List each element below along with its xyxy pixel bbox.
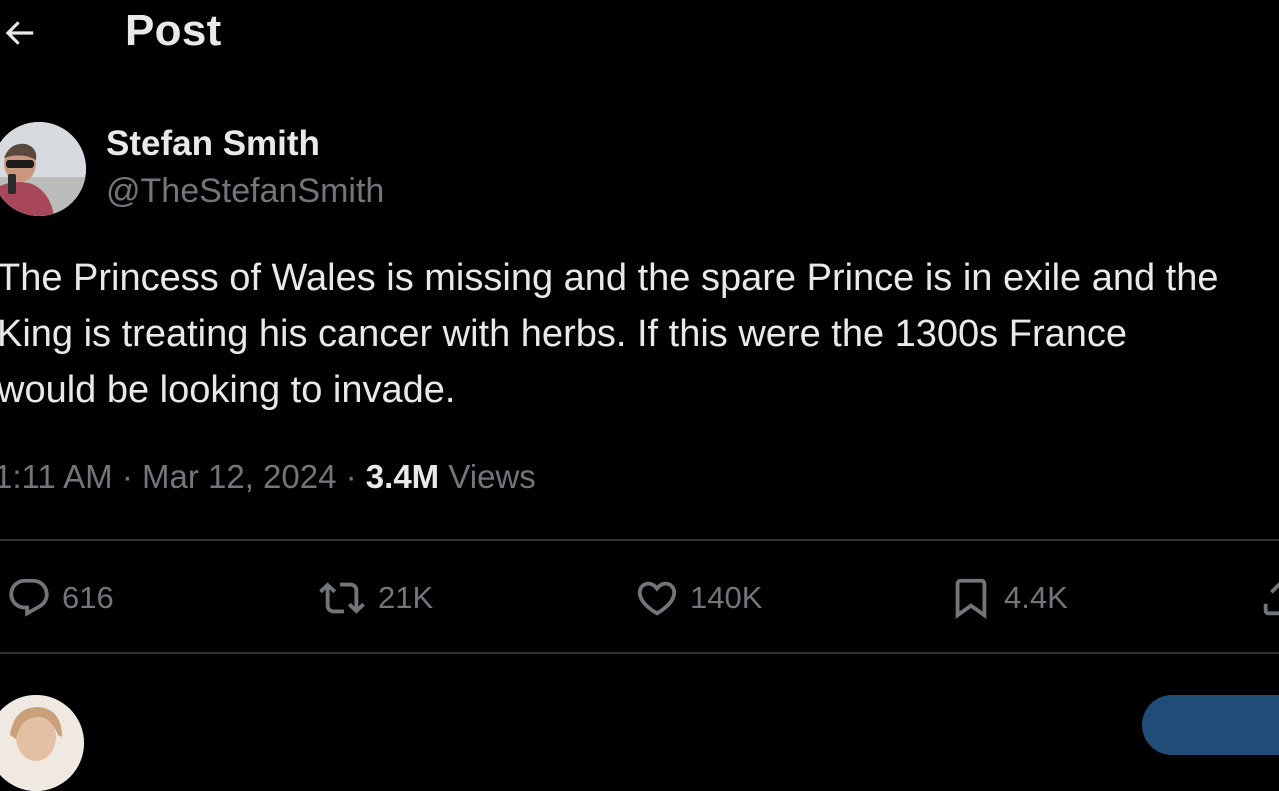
- meta-separator: ·: [121, 458, 133, 495]
- share-icon: [1263, 581, 1279, 616]
- post-text: The Princess of Wales is missing and the…: [0, 250, 1279, 418]
- post-time[interactable]: 1:11 AM: [0, 458, 113, 495]
- bookmark-icon: [955, 578, 987, 619]
- avatar-photo: [0, 122, 86, 216]
- post-date[interactable]: Mar 12, 2024: [142, 458, 336, 495]
- divider-top: [0, 539, 1279, 541]
- post-text-line: King is treating his cancer with herbs. …: [0, 313, 1127, 355]
- views-count: 3.4M: [365, 458, 440, 495]
- meta-separator: ·: [345, 458, 357, 495]
- top-bar: Post: [0, 0, 1279, 70]
- post-text-line: would be looking to invade.: [0, 369, 456, 411]
- reply-icon: [9, 578, 49, 617]
- post-text-line: The Princess of Wales is missing and the…: [0, 257, 1219, 299]
- views-label: Views: [448, 458, 536, 495]
- author-handle[interactable]: @TheStefanSmith: [106, 172, 384, 211]
- repost-icon: [319, 582, 365, 614]
- author-name[interactable]: Stefan Smith: [106, 124, 320, 164]
- author-avatar[interactable]: [0, 122, 86, 216]
- reply-avatar-photo: [0, 695, 84, 791]
- page-title: Post: [125, 6, 222, 55]
- reply-button[interactable]: 616: [6, 575, 114, 621]
- repost-count: 21K: [378, 580, 434, 615]
- share-button[interactable]: [1258, 575, 1279, 621]
- reply-count: 616: [62, 580, 114, 615]
- repost-button[interactable]: 21K: [316, 575, 433, 621]
- post-meta: 1:11 AM · Mar 12, 2024 · 3.4M Views: [0, 458, 536, 496]
- divider-bottom: [0, 652, 1279, 654]
- action-bar: 616 21K 140K 4.4K: [0, 542, 1279, 652]
- reply-avatar: [0, 695, 84, 791]
- like-button[interactable]: 140K: [634, 575, 762, 621]
- like-count: 140K: [690, 580, 763, 615]
- back-button[interactable]: [0, 12, 40, 54]
- heart-icon: [637, 581, 677, 616]
- arrow-left-icon: [5, 21, 34, 45]
- reply-submit-button[interactable]: [1142, 695, 1279, 755]
- bookmark-button[interactable]: 4.4K: [948, 575, 1068, 621]
- bookmark-count: 4.4K: [1004, 580, 1068, 615]
